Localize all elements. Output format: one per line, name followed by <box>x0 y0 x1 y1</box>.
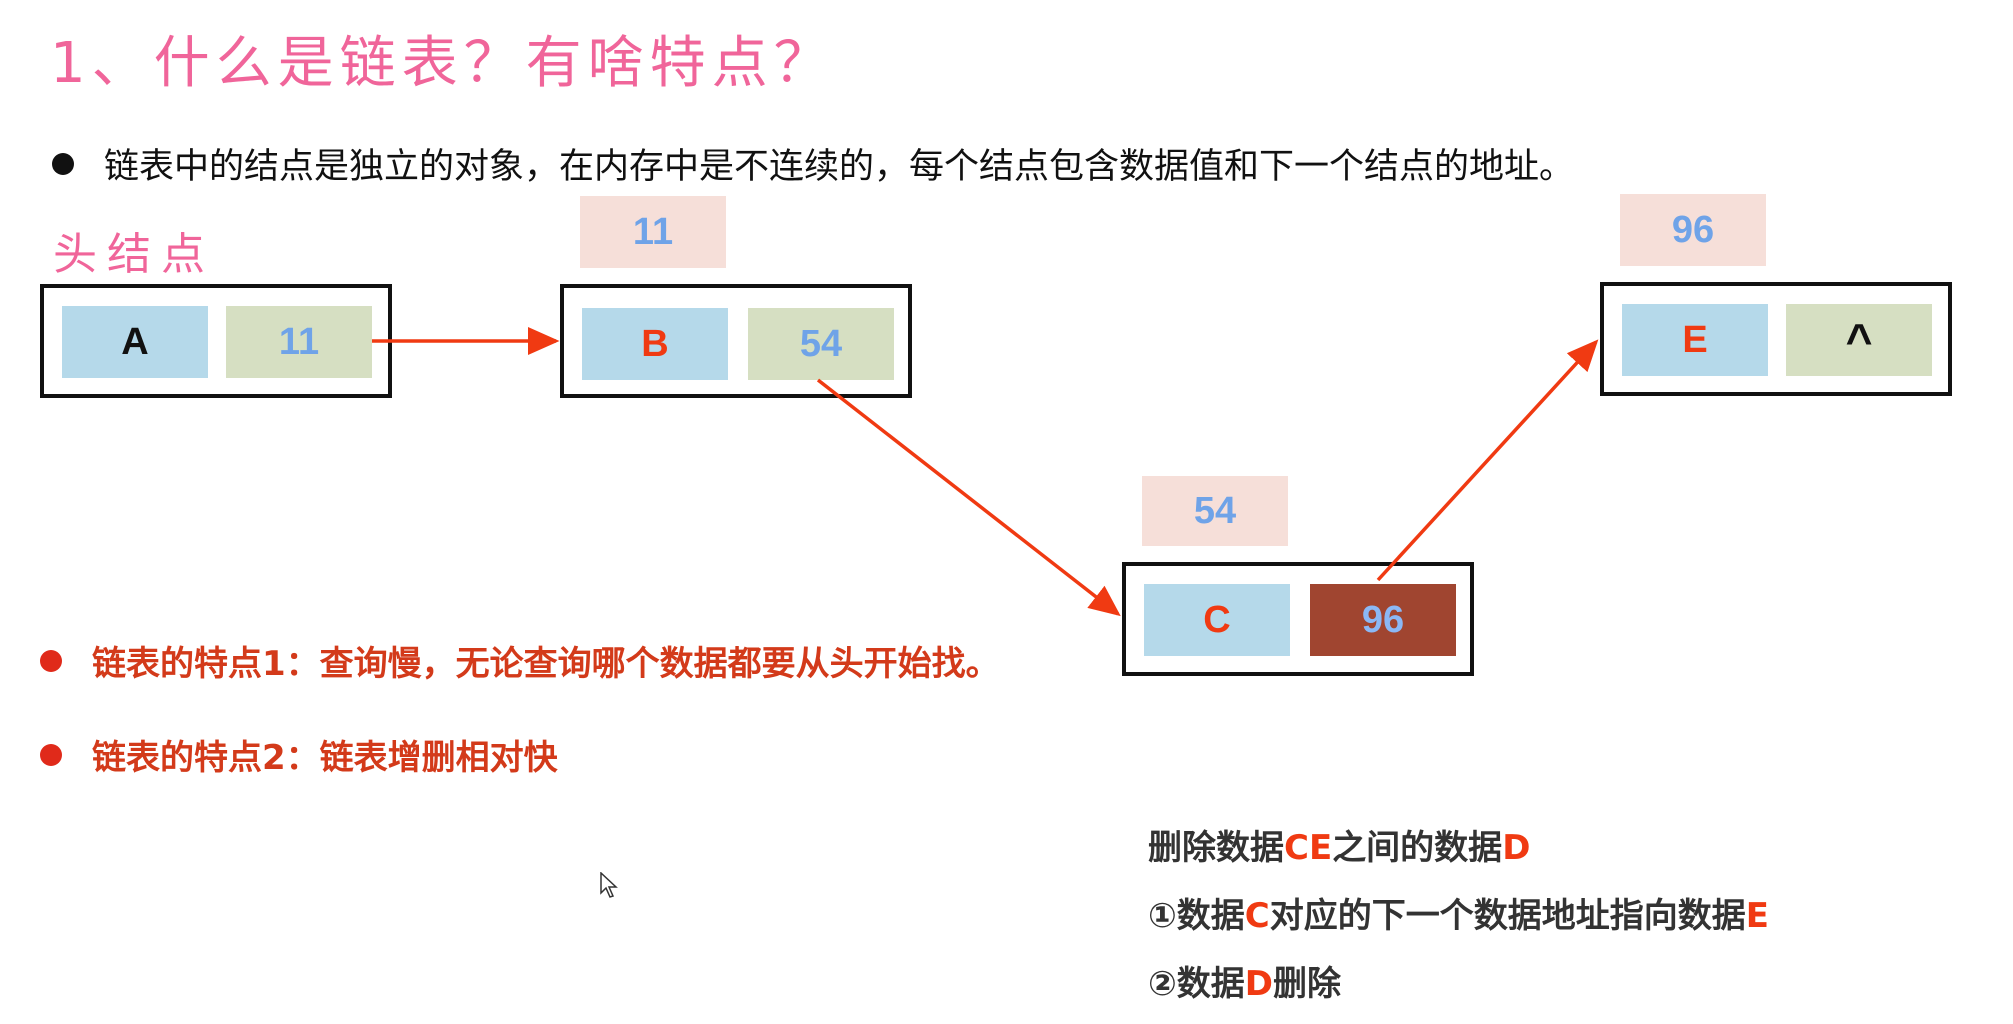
feature-2-text: 链表的特点2：链表增删相对快 <box>92 738 558 778</box>
feature-bullet-1: 链表的特点1：查询慢，无论查询哪个数据都要从头开始找。 <box>40 636 1000 685</box>
note-2-part-c: 对应的下一个数据地址指向数据 <box>1269 896 1746 936</box>
note-line-2: ①数据C对应的下一个数据地址指向数据E <box>1148 888 1769 937</box>
bullet-dot-icon <box>40 649 62 672</box>
note-line-1: 删除数据CE之间的数据D <box>1148 820 1530 869</box>
bullet-dot-icon <box>40 743 62 766</box>
note-3-part-b: D <box>1244 964 1274 1004</box>
note-2-part-a: ①数据 <box>1148 896 1245 936</box>
note-3-part-c: 删除 <box>1273 964 1342 1004</box>
note-1-part-d: D <box>1502 828 1531 868</box>
note-3-part-a: ②数据 <box>1148 964 1245 1004</box>
note-2-part-b: C <box>1244 896 1270 936</box>
feature-1-text: 链表的特点1：查询慢，无论查询哪个数据都要从头开始找。 <box>92 644 1000 684</box>
arrow-b-to-c <box>816 378 1121 617</box>
arrow-c-to-e <box>1376 339 1599 582</box>
pointer-arrows <box>372 327 1599 617</box>
note-line-3: ②数据D删除 <box>1148 956 1341 1005</box>
note-1-part-a: 删除数据 <box>1148 828 1284 868</box>
mouse-cursor-icon <box>600 872 618 898</box>
note-1-part-c: 之间的数据 <box>1332 828 1503 868</box>
feature-bullet-2: 链表的特点2：链表增删相对快 <box>40 730 558 779</box>
note-1-part-b: CE <box>1284 828 1333 868</box>
note-2-part-d: E <box>1745 896 1769 936</box>
